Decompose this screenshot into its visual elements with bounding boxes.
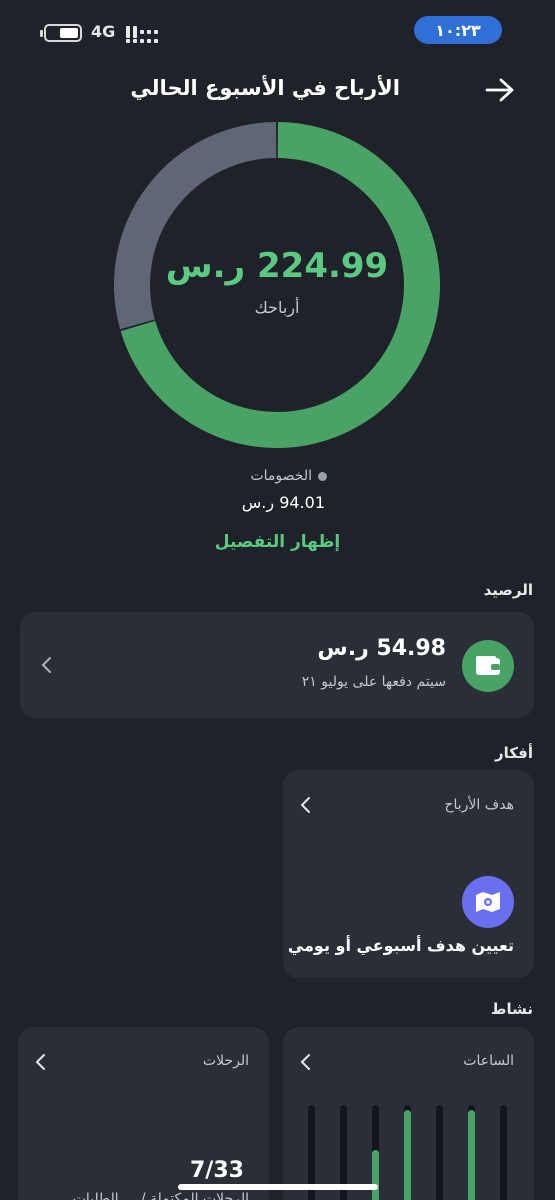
hours-bar-fill (404, 1110, 411, 1200)
deductions-label: الخصومات (250, 468, 312, 484)
balance-amount: 54.98 ر.س (317, 636, 446, 661)
activity-section-title: نشاط (490, 1000, 533, 1018)
chevron-left-icon (300, 1054, 310, 1070)
earnings-caption: أرباحك (254, 298, 300, 317)
deductions-legend: الخصومات (250, 468, 327, 484)
hours-bar (404, 1105, 411, 1200)
back-arrow-icon[interactable] (484, 76, 516, 104)
hours-bar-fill (372, 1150, 379, 1200)
hours-card-title: الساعات (463, 1053, 514, 1069)
time-pill: ١٠:٢٣ (414, 16, 502, 44)
earnings-goal-card[interactable]: هدف الأرباح تعيين هدف أسبوعي أو يومي (283, 770, 534, 978)
page-title: الأرباح في الأسبوع الحالي (130, 76, 400, 100)
goal-card-title: هدف الأرباح (444, 797, 514, 813)
trips-subtitle: الرحلات المكتملة / ... الطلبات (72, 1191, 249, 1200)
network-label: 4G (91, 22, 116, 41)
donut-slice-deductions (114, 122, 277, 330)
deductions-dot-icon (318, 471, 327, 481)
home-indicator[interactable] (178, 1184, 378, 1190)
battery-icon (40, 24, 82, 42)
chevron-left-icon (35, 1054, 45, 1070)
hours-bar (500, 1105, 507, 1200)
hours-bar-fill (468, 1110, 475, 1200)
hours-bar (468, 1105, 475, 1200)
show-details-link[interactable]: إظهار التفصيل (0, 532, 555, 552)
trips-card-title: الرحلات (202, 1053, 249, 1069)
page-counter: 7/33 (190, 1158, 244, 1183)
hours-card[interactable]: الساعات (283, 1027, 534, 1200)
ideas-section-title: أفكار (495, 744, 533, 762)
wallet-icon (462, 640, 514, 692)
chevron-left-icon (300, 797, 310, 813)
signal-icon (126, 26, 158, 43)
status-bar: 4G ١٠:٢٣ (0, 0, 555, 60)
balance-card[interactable]: 54.98 ر.س سيتم دفعها على يوليو ٢١ (20, 612, 534, 718)
set-goal-action: تعيين هدف أسبوعي أو يومي (287, 936, 514, 955)
goal-map-icon (462, 876, 514, 928)
hours-bar (436, 1105, 443, 1200)
chevron-left-icon (41, 657, 51, 673)
status-time: ١٠:٢٣ (435, 20, 481, 40)
earnings-amount: 224.99 ر.س (165, 246, 389, 286)
balance-section-title: الرصيد (483, 581, 533, 599)
balance-payout-date: سيتم دفعها على يوليو ٢١ (301, 674, 446, 690)
deductions-value: 94.01 ر.س (241, 493, 325, 512)
